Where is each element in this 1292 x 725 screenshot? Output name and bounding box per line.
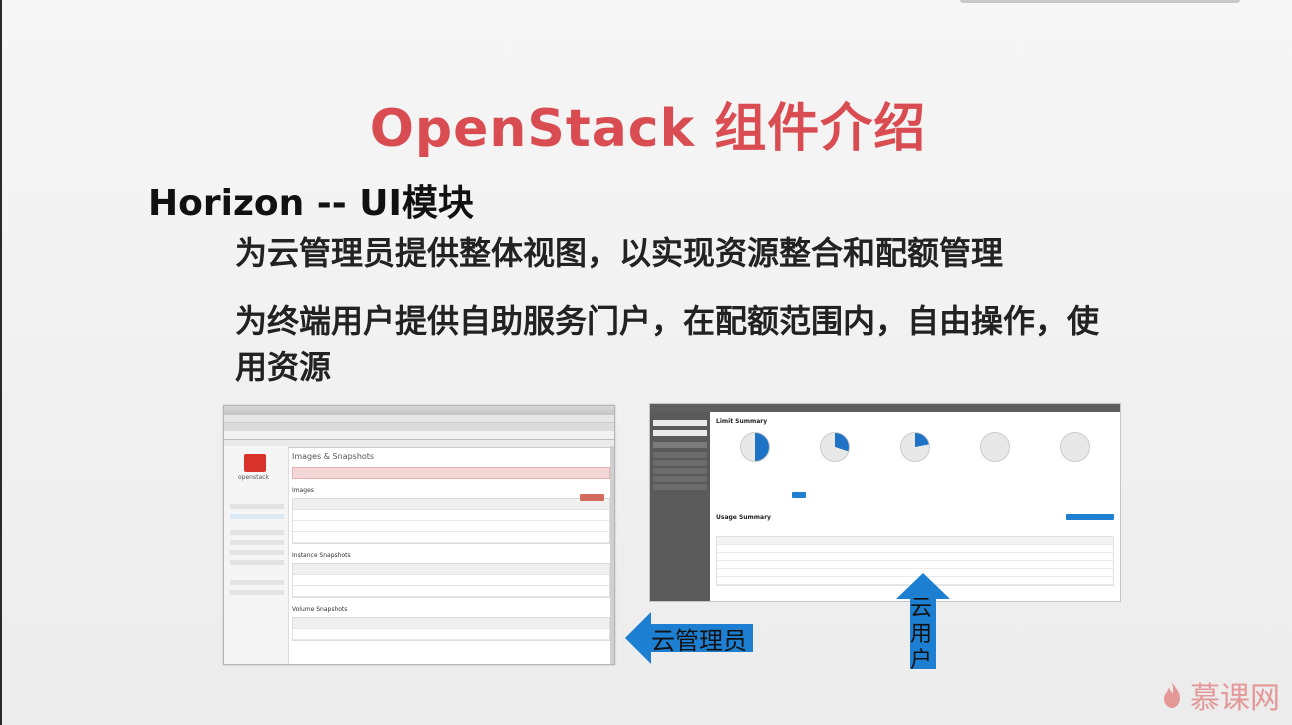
instance-snapshots-heading: Instance Snapshots <box>292 552 351 559</box>
table-row <box>717 545 1113 553</box>
browser-tabs <box>224 423 614 431</box>
sidebar-nav-item <box>653 468 707 474</box>
watermark-text: 慕课网 <box>1190 681 1280 716</box>
usage-summary-heading: Usage Summary <box>716 514 771 521</box>
page-heading: Images & Snapshots <box>292 452 375 461</box>
openstack-logo-icon <box>244 454 266 472</box>
images-table <box>292 498 610 544</box>
table-row <box>293 510 609 521</box>
sidebar-nav-item <box>230 550 284 555</box>
images-heading: Images <box>292 487 314 494</box>
table-row <box>293 564 609 575</box>
download-csv-button <box>1066 514 1114 520</box>
top-toolbar-strip <box>960 0 1240 3</box>
security-groups-pie-chart <box>1060 432 1090 462</box>
table-row <box>293 521 609 532</box>
user-dashboard-screenshot: Limit Summary Usage Summary <box>649 403 1121 602</box>
table-row <box>717 553 1113 561</box>
user-label-char: 用 <box>909 622 932 647</box>
scrollbar <box>610 446 614 664</box>
sidebar-nav-item <box>230 530 284 535</box>
volume-snapshots-heading: Volume Snapshots <box>292 606 348 613</box>
error-alert <box>292 467 610 479</box>
bullet-admin: 为云管理员提供整体视图，以实现资源整合和配额管理 <box>235 234 1004 272</box>
sidebar-nav-item <box>230 560 284 565</box>
ram-pie-chart <box>900 432 930 462</box>
sidebar-nav-item <box>653 430 707 436</box>
volume-snapshots-table <box>292 617 610 641</box>
sidebar-nav-item <box>653 442 707 448</box>
table-row <box>293 586 609 597</box>
imooc-watermark: 慕课网 <box>1162 673 1280 717</box>
table-row <box>293 575 609 586</box>
sidebar-nav-item <box>230 590 284 595</box>
sidebar-nav-item <box>230 514 284 519</box>
browser-titlebar <box>224 406 614 415</box>
user-label: 云 用 户 <box>908 596 934 674</box>
slide-title: OpenStack 组件介绍 <box>369 99 927 159</box>
table-row <box>293 629 609 640</box>
admin-label: 云管理员 <box>651 627 747 655</box>
browser-url-bar <box>224 431 614 440</box>
horizon-sidebar: openstack <box>224 446 289 664</box>
browser-menubar <box>224 415 614 423</box>
instances-pie-chart <box>740 432 770 462</box>
floating-ips-pie-chart <box>980 432 1010 462</box>
sidebar-nav-item <box>653 460 707 466</box>
user-label-char: 户 <box>909 648 932 673</box>
table-row <box>717 561 1113 569</box>
flame-icon <box>1164 682 1180 708</box>
limit-summary-heading: Limit Summary <box>716 418 768 425</box>
dashboard-sidebar <box>650 412 710 601</box>
slide: OpenStack 组件介绍 Horizon -- UI模块 为云管理员提供整体… <box>0 0 1292 725</box>
sidebar-nav-item <box>230 504 284 509</box>
sidebar-nav-item <box>653 420 707 426</box>
vcpus-pie-chart <box>820 432 850 462</box>
sidebar-nav-item <box>230 580 284 585</box>
table-row <box>717 537 1113 545</box>
openstack-logo-text: openstack <box>238 474 269 481</box>
instance-snapshots-table <box>292 563 610 598</box>
table-row <box>293 499 609 510</box>
bullet-user: 为终端用户提供自助服务门户，在配额范围内，自由操作，使用资源 <box>235 302 1100 386</box>
sidebar-nav-item <box>653 476 707 482</box>
sidebar-nav-item <box>653 484 707 490</box>
sidebar-nav-item <box>653 452 707 458</box>
create-image-button <box>580 494 604 501</box>
submit-button <box>792 492 806 498</box>
user-label-char: 云 <box>909 596 932 621</box>
dashboard-topbar <box>650 404 1120 412</box>
table-row <box>293 532 609 543</box>
admin-dashboard-screenshot: openstack Images & Snapshots Images Inst… <box>223 405 615 665</box>
slide-subtitle: Horizon -- UI模块 <box>148 183 474 224</box>
sidebar-nav-item <box>230 540 284 545</box>
horizon-main: Images & Snapshots Images Instance Snaps… <box>292 450 610 664</box>
table-row <box>293 618 609 629</box>
